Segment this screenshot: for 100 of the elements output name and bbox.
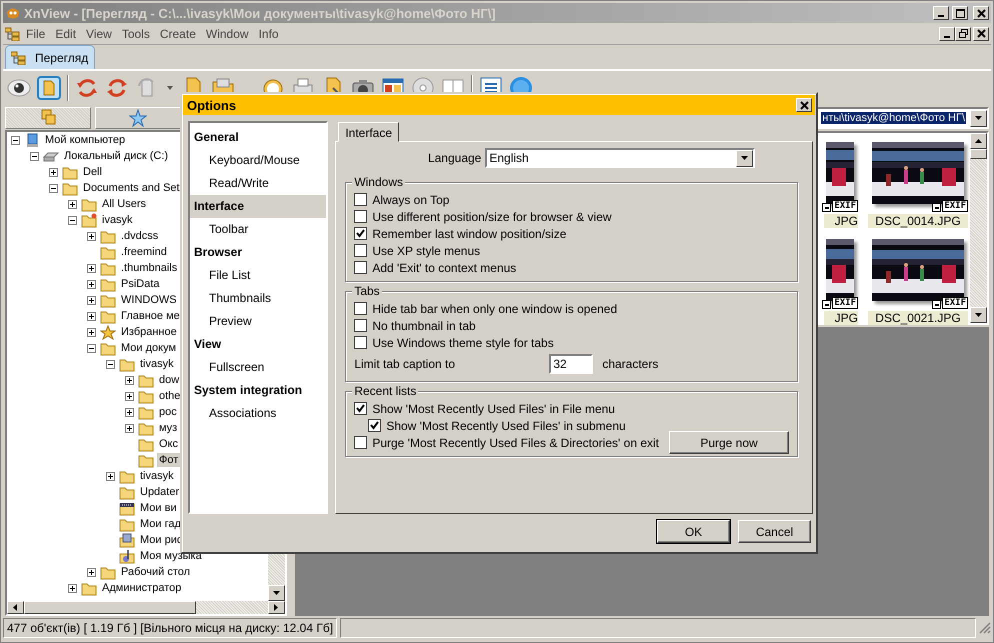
tree-item[interactable]: .dvdcss <box>119 229 160 243</box>
collapse-icon[interactable] <box>68 216 77 224</box>
scroll-up-button[interactable] <box>970 133 987 149</box>
expand-icon[interactable] <box>125 408 134 416</box>
tree-item[interactable]: Documents and Set <box>81 181 182 195</box>
tree-item[interactable]: Мои докум <box>119 341 178 355</box>
tree-item[interactable]: Избранное <box>119 325 179 339</box>
checkbox[interactable] <box>354 302 368 315</box>
thumbnail-label[interactable]: JPG <box>824 214 858 228</box>
tree-item[interactable]: Локальный диск (C:) <box>62 149 170 163</box>
expand-icon[interactable] <box>125 376 134 384</box>
category-item[interactable]: Read/Write <box>190 172 326 195</box>
tree-item[interactable]: Мои гад <box>138 517 183 531</box>
minimize-button[interactable] <box>939 26 955 40</box>
close-button[interactable] <box>973 6 989 20</box>
tree-item[interactable]: .freemind <box>119 245 169 259</box>
category-item[interactable]: System integration <box>190 379 326 402</box>
close-button[interactable] <box>796 98 812 112</box>
tree-item[interactable]: муз <box>157 421 180 435</box>
scrollbar[interactable] <box>970 133 987 323</box>
tree-item[interactable]: WINDOWS <box>119 293 179 307</box>
expand-icon[interactable] <box>125 424 134 432</box>
scroll-down-button[interactable] <box>970 307 987 323</box>
rotate-left-icon[interactable] <box>75 76 99 100</box>
menu-item[interactable]: Edit <box>50 26 82 40</box>
tree-item[interactable]: Мой компьютер <box>43 133 128 147</box>
dialog-button[interactable]: OK <box>657 520 730 543</box>
category-item[interactable]: Fullscreen <box>190 356 326 379</box>
tree-item[interactable]: dow <box>157 373 182 387</box>
scroll-left-button[interactable] <box>7 601 24 614</box>
collapse-icon[interactable] <box>30 152 39 160</box>
tree-item[interactable]: Администратор <box>100 581 184 595</box>
expand-icon[interactable] <box>49 168 58 176</box>
expand-icon[interactable] <box>87 312 96 320</box>
tree-item[interactable]: othe <box>157 389 182 403</box>
expand-icon[interactable] <box>68 200 77 208</box>
dropdown-button[interactable] <box>970 110 987 126</box>
rotate-right-icon[interactable] <box>105 76 129 100</box>
thumbnail-label[interactable]: DSC_0021.JPG <box>868 311 968 325</box>
scroll-right-button[interactable] <box>268 601 285 614</box>
category-item[interactable]: Toolbar <box>190 218 326 241</box>
panel-tab[interactable] <box>95 107 181 129</box>
close-button[interactable] <box>973 26 989 40</box>
expand-icon[interactable] <box>68 584 77 592</box>
category-item[interactable]: View <box>190 333 326 356</box>
menu-item[interactable]: Info <box>254 26 284 40</box>
scroll-thumb[interactable] <box>24 601 196 614</box>
checkbox[interactable] <box>354 227 368 240</box>
number-field[interactable]: 32 <box>549 354 594 374</box>
dialog-button[interactable]: Cancel <box>738 520 811 543</box>
tree-item[interactable]: Updater <box>138 485 182 499</box>
collapse-icon[interactable] <box>87 344 96 352</box>
tree-item[interactable]: Мои ви <box>138 501 179 515</box>
scrollbar[interactable] <box>7 601 285 614</box>
language-select[interactable]: English <box>485 148 756 168</box>
expand-icon[interactable] <box>87 232 96 240</box>
document-tab[interactable]: Перегляд <box>5 45 95 69</box>
tree-item[interactable]: .thumbnails <box>119 261 180 275</box>
tree-item[interactable]: All Users <box>100 197 148 211</box>
checkbox[interactable] <box>354 336 368 349</box>
menu-item[interactable]: View <box>81 26 117 40</box>
restore-button[interactable] <box>955 26 971 40</box>
category-item[interactable]: General <box>190 126 326 149</box>
tree-item[interactable]: Рабочий стол <box>119 565 192 579</box>
expand-icon[interactable] <box>87 568 96 576</box>
panel-tab[interactable] <box>5 107 91 129</box>
menu-item[interactable]: File <box>21 26 50 40</box>
collapse-icon[interactable] <box>11 136 20 144</box>
tree-item[interactable]: Главное ме <box>119 309 182 323</box>
checkbox[interactable] <box>354 319 368 332</box>
maximize-button[interactable] <box>952 6 968 20</box>
tree-item[interactable]: Фот <box>157 453 180 467</box>
checkbox[interactable] <box>354 402 368 415</box>
tree-item[interactable]: tivasyk <box>138 357 176 371</box>
expand-icon[interactable] <box>87 296 96 304</box>
expand-icon[interactable] <box>125 392 134 400</box>
scroll-down-button[interactable] <box>268 585 285 601</box>
checkbox[interactable] <box>354 210 368 223</box>
menu-item[interactable]: Create <box>154 26 201 40</box>
menu-item[interactable]: Window <box>200 26 254 40</box>
tree-item[interactable]: tivasyk <box>138 469 176 483</box>
thumbnail-label[interactable]: JPG <box>824 311 858 325</box>
tree-item[interactable]: PsiData <box>119 277 162 291</box>
tree-item[interactable]: Dell <box>81 165 104 179</box>
purge-button[interactable]: Purge now <box>669 431 789 454</box>
category-item[interactable]: File List <box>190 264 326 287</box>
scroll-thumb[interactable] <box>970 149 987 159</box>
tree-item[interactable]: рос <box>157 405 179 419</box>
category-item[interactable]: Keyboard/Mouse <box>190 149 326 172</box>
tree-item[interactable]: Окс <box>157 437 180 451</box>
category-item[interactable]: Interface <box>190 195 326 218</box>
expand-icon[interactable] <box>87 264 96 272</box>
collapse-icon[interactable] <box>49 184 58 192</box>
menu-item[interactable]: Tools <box>116 26 155 40</box>
expand-icon[interactable] <box>106 472 115 480</box>
checkbox[interactable] <box>354 261 368 274</box>
dropdown-button[interactable] <box>736 150 754 166</box>
collapse-icon[interactable] <box>106 360 115 368</box>
category-item[interactable]: Thumbnails <box>190 287 326 310</box>
settings-tab[interactable]: Interface <box>338 122 400 142</box>
